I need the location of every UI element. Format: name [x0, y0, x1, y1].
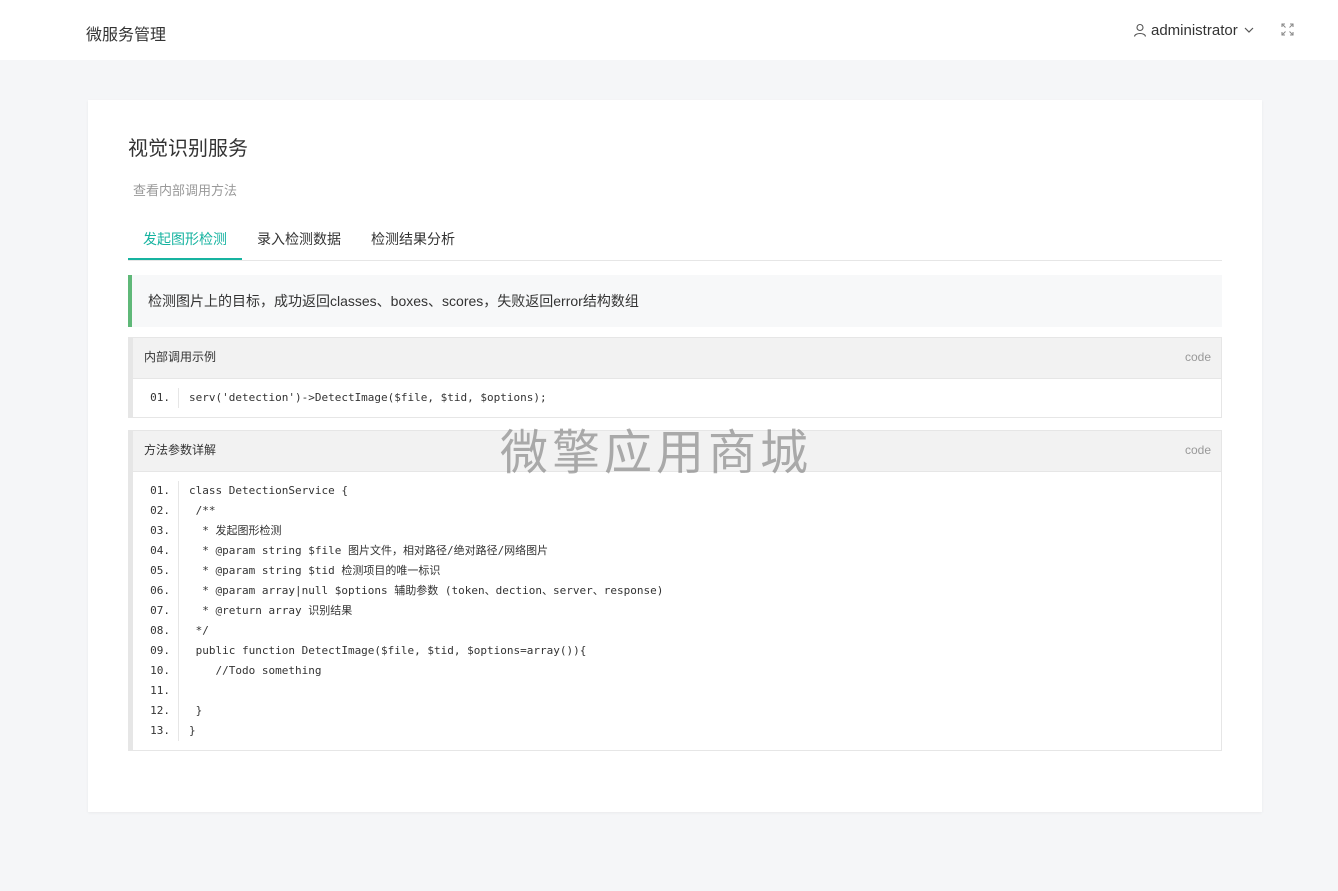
code-line: serv('detection')->DetectImage($file, $t…	[189, 391, 547, 404]
line-number: 04.	[150, 544, 170, 557]
code-badge: code	[1184, 350, 1211, 364]
code-line: * @param string $tid 检测项目的唯一标识	[189, 564, 441, 577]
code-body: 01. 02. 03. 04. 05. 06. 07. 08. 09. 10. 11. 12. 13. …	[133, 472, 1221, 750]
code-block-title: 方法参数详解	[144, 443, 217, 457]
line-numbers: 01. 02. 03. 04. 05. 06. 07. 08. 09. 10. 11. 12. 13.	[133, 481, 179, 741]
code-line: //Todo something	[189, 664, 322, 677]
code-line: class DetectionService {	[189, 484, 348, 497]
code-badge: code	[1184, 443, 1211, 457]
app-title: 微服务管理	[86, 27, 167, 44]
code-block-params: 方法参数详解 code 01. 02. 03. 04. 05. 06. 07. 08. 09. 1…	[128, 430, 1222, 751]
code-line: }	[189, 704, 203, 717]
code-block-header: 方法参数详解 code	[133, 431, 1221, 472]
line-number: 10.	[150, 664, 170, 677]
user-icon	[1133, 23, 1147, 37]
code-block-title: 内部调用示例	[144, 350, 217, 364]
line-number: 02.	[150, 504, 170, 517]
content-card: 视觉识别服务 查看内部调用方法 发起图形检测 录入检测数据 检测结果分析 检测图…	[88, 100, 1262, 812]
code-lines: class DetectionService { /** * 发起图形检测 * …	[179, 481, 1221, 741]
page-title: 视觉识别服务	[128, 138, 248, 160]
tab-result-analysis[interactable]: 检测结果分析	[356, 226, 470, 259]
tab-bar: 发起图形检测 录入检测数据 检测结果分析	[128, 226, 1222, 261]
line-number: 01.	[150, 484, 170, 497]
fullscreen-icon[interactable]	[1281, 23, 1294, 36]
user-menu[interactable]: administrator	[1133, 20, 1255, 40]
code-line: * @return array 识别结果	[189, 604, 353, 617]
code-line: * @param string $file 图片文件，相对路径/绝对路径/网络图…	[189, 544, 549, 557]
chevron-down-icon	[1243, 24, 1255, 36]
code-block-example: 内部调用示例 code 01. serv('detection')->Detec…	[128, 337, 1222, 418]
line-number: 09.	[150, 644, 170, 657]
line-number: 08.	[150, 624, 170, 637]
notice-box: 检测图片上的目标，成功返回classes、boxes、scores，失败返回er…	[128, 275, 1222, 327]
line-number: 05.	[150, 564, 170, 577]
code-line: * 发起图形检测	[189, 524, 282, 537]
line-number: 11.	[150, 684, 170, 697]
tab-enter-data[interactable]: 录入检测数据	[242, 226, 356, 259]
page-subtitle: 查看内部调用方法	[133, 183, 238, 198]
code-block-header: 内部调用示例 code	[133, 338, 1221, 379]
top-bar: 微服务管理 administrator	[0, 0, 1338, 60]
code-lines: serv('detection')->DetectImage($file, $t…	[179, 388, 1221, 408]
code-line: public function DetectImage($file, $tid,…	[189, 644, 587, 657]
code-line: */	[189, 624, 209, 637]
code-line: }	[189, 724, 196, 737]
line-number: 01.	[150, 391, 170, 404]
line-numbers: 01.	[133, 388, 179, 408]
tab-start-detection[interactable]: 发起图形检测	[128, 226, 242, 260]
user-name: administrator	[1151, 21, 1238, 39]
code-body: 01. serv('detection')->DetectImage($file…	[133, 379, 1221, 417]
line-number: 03.	[150, 524, 170, 537]
line-number: 13.	[150, 724, 170, 737]
line-number: 06.	[150, 584, 170, 597]
line-number: 07.	[150, 604, 170, 617]
code-line: * @param array|null $options 辅助参数 (token…	[189, 584, 664, 597]
code-line: /**	[189, 504, 216, 517]
line-number: 12.	[150, 704, 170, 717]
